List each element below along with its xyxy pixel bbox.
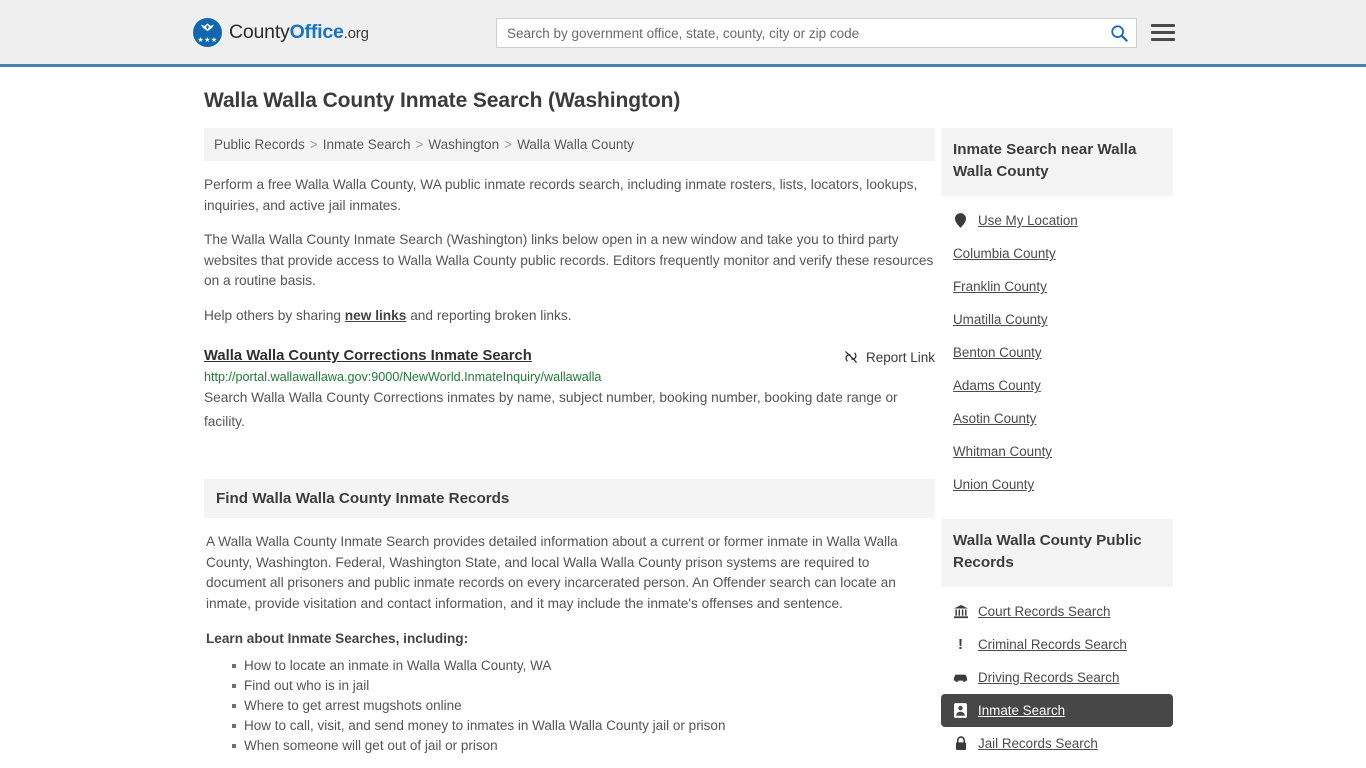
nearby-card-heading: Inmate Search near Walla Walla County [953, 141, 1137, 180]
breadcrumb: Public Records > Inmate Search > Washington >… [204, 128, 935, 161]
sidebar-item-columbia-county[interactable]: Columbia County [941, 237, 1173, 270]
breadcrumb-item-walla-walla-county[interactable]: Walla Walla County [517, 137, 634, 152]
site-header: ★★★ CountyOffice.org [0, 0, 1366, 67]
resource-link-block: Walla Walla County Corrections Inmate Se… [204, 348, 935, 434]
nearby-card-list: Use My Location Columbia County Franklin… [941, 196, 1173, 501]
sidebar-item-adams-county[interactable]: Adams County [941, 369, 1173, 402]
sidebar-item-benton-county[interactable]: Benton County [941, 336, 1173, 369]
report-link-label: Report Link [865, 349, 935, 365]
id-badge-icon [953, 703, 968, 718]
intro-paragraph-2: The Walla Walla County Inmate Search (Wa… [204, 232, 934, 288]
sidebar-item-label[interactable]: Columbia County [953, 246, 1056, 261]
list-item: How to locate an inmate in Walla Walla C… [232, 656, 933, 676]
sidebar-item-umatilla-county[interactable]: Umatilla County [941, 303, 1173, 336]
hamburger-menu-icon[interactable] [1151, 20, 1175, 44]
map-pin-icon [953, 213, 968, 228]
logo-text-county: County [229, 20, 290, 43]
list-item: Where to get arrest mugshots online [232, 696, 933, 716]
search-icon [1111, 25, 1128, 42]
new-links-link[interactable]: new links [345, 308, 407, 323]
sidebar-item-label[interactable]: Asotin County [953, 411, 1036, 426]
search-input[interactable] [497, 19, 1102, 47]
intro-paragraph-1: Perform a free Walla Walla County, WA pu… [204, 177, 918, 213]
eagle-glyph [201, 23, 214, 31]
share-suffix: and reporting broken links. [406, 307, 572, 323]
section-paragraph: A Walla Walla County Inmate Search provi… [206, 534, 898, 611]
exclamation-icon: ! [958, 636, 963, 653]
sidebar-item-use-my-location[interactable]: Use My Location [941, 204, 1173, 237]
resource-link-title[interactable]: Walla Walla County Corrections Inmate Se… [204, 348, 532, 364]
sidebar-item-label[interactable]: Adams County [953, 378, 1041, 393]
public-records-card-heading: Walla Walla County Public Records [953, 532, 1142, 571]
sidebar-item-label[interactable]: Inmate Search [978, 703, 1065, 718]
site-logo[interactable]: ★★★ CountyOffice.org [193, 17, 369, 47]
section-heading: Find Walla Walla County Inmate Records [216, 490, 510, 507]
logo-text-office: Office [289, 20, 344, 43]
list-item: When someone will get out of jail or pri… [232, 736, 933, 756]
sidebar-item-label[interactable]: Whitman County [953, 444, 1052, 459]
list-item: How to call, visit, and send money to in… [232, 716, 933, 736]
stars-glyph: ★★★ [197, 36, 218, 44]
resource-link-header: Walla Walla County Corrections Inmate Se… [204, 348, 935, 365]
nearby-inmate-search-card: Inmate Search near Walla Walla County Us… [941, 128, 1173, 501]
sidebar-item-jail-records-search[interactable]: Jail Records Search [941, 727, 1173, 760]
breadcrumb-item-inmate-search[interactable]: Inmate Search [323, 137, 411, 152]
sidebar-item-label[interactable]: Union County [953, 477, 1034, 492]
public-records-card-header: Walla Walla County Public Records [941, 519, 1173, 587]
sidebar-item-label[interactable]: Franklin County [953, 279, 1047, 294]
share-paragraph: Help others by sharing new links and rep… [204, 306, 935, 327]
resource-url: http://portal.wallawallawa.gov:9000/NewW… [204, 370, 602, 384]
section-header: Find Walla Walla County Inmate Records [204, 479, 935, 518]
courthouse-icon [953, 604, 968, 619]
sidebar-item-driving-records-search[interactable]: Driving Records Search [941, 661, 1173, 694]
logo-text-org: .org [343, 24, 369, 42]
car-icon [953, 670, 968, 685]
eagle-seal-logo-icon: ★★★ [193, 17, 222, 47]
sidebar-item-label[interactable]: Court Records Search [978, 604, 1110, 619]
breadcrumb-item-public-records[interactable]: Public Records [214, 137, 305, 152]
section-lead-in: Learn about Inmate Searches, including: [206, 631, 469, 646]
page-title: Walla Walla County Inmate Search (Washin… [204, 89, 681, 112]
main-column: Public Records > Inmate Search > Washington >… [204, 128, 935, 756]
section-body: A Walla Walla County Inmate Search provi… [204, 518, 935, 756]
sidebar-item-asotin-county[interactable]: Asotin County [941, 402, 1173, 435]
sidebar-item-label[interactable]: Driving Records Search [978, 670, 1119, 685]
content-row: Public Records > Inmate Search > Washington >… [204, 128, 1173, 764]
search-button[interactable] [1102, 19, 1136, 47]
report-link-button[interactable]: Report Link [843, 349, 935, 365]
sidebar-item-union-county[interactable]: Union County [941, 468, 1173, 501]
sidebar-item-franklin-county[interactable]: Franklin County [941, 270, 1173, 303]
public-records-card: Walla Walla County Public Records Court … [941, 519, 1173, 760]
sidebar-item-court-records-search[interactable]: Court Records Search [941, 595, 1173, 628]
hamburger-line [1151, 23, 1175, 27]
breadcrumb-item-washington[interactable]: Washington [428, 137, 499, 152]
sidebar: Inmate Search near Walla Walla County Us… [941, 128, 1173, 764]
broken-link-icon [845, 351, 857, 363]
section-bullet-list: How to locate an inmate in Walla Walla C… [206, 656, 933, 756]
hamburger-line [1151, 37, 1175, 41]
sidebar-item-whitman-county[interactable]: Whitman County [941, 435, 1173, 468]
sidebar-item-label[interactable]: Use My Location [978, 213, 1078, 228]
breadcrumb-separator: > [415, 137, 424, 152]
resource-description: Search Walla Walla County Corrections in… [204, 390, 898, 429]
breadcrumb-separator: > [309, 137, 318, 152]
hamburger-line [1151, 30, 1175, 34]
lock-icon [953, 736, 968, 751]
breadcrumb-separator: > [504, 137, 513, 152]
sidebar-item-label[interactable]: Criminal Records Search [978, 637, 1127, 652]
public-records-card-list: Court Records Search ! Criminal Records … [941, 587, 1173, 760]
logo-text: CountyOffice.org [229, 21, 369, 44]
sidebar-item-label[interactable]: Umatilla County [953, 312, 1048, 327]
page-container: Walla Walla County Inmate Search (Washin… [0, 89, 1366, 764]
sidebar-item-label[interactable]: Benton County [953, 345, 1042, 360]
search-bar[interactable] [496, 18, 1137, 48]
sidebar-item-label[interactable]: Jail Records Search [978, 736, 1098, 751]
sidebar-item-criminal-records-search[interactable]: ! Criminal Records Search [941, 628, 1173, 661]
share-prefix: Help others by sharing [204, 307, 345, 323]
nearby-card-header: Inmate Search near Walla Walla County [941, 128, 1173, 196]
sidebar-item-inmate-search[interactable]: Inmate Search [941, 694, 1173, 727]
list-item: Find out who is in jail [232, 676, 933, 696]
